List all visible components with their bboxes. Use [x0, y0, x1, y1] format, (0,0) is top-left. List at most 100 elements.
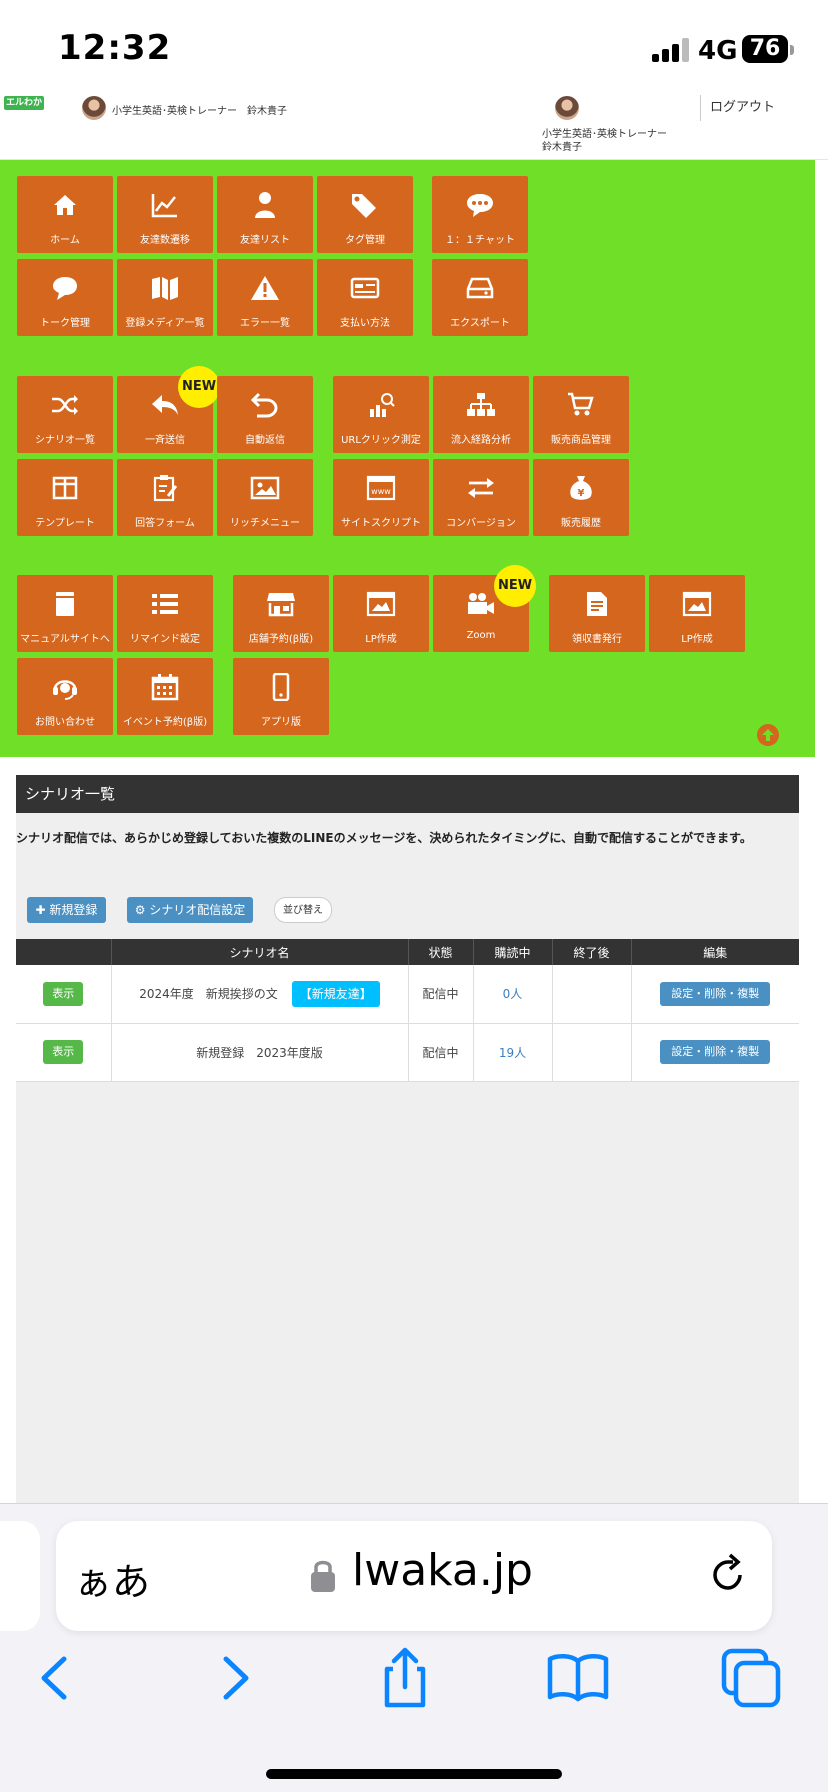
menu-media-list[interactable]: 登録メディア一覧	[117, 259, 213, 336]
menu-error-list[interactable]: エラー一覧	[217, 259, 313, 336]
status-time: 12:32	[58, 28, 172, 68]
menu-lp-create[interactable]: LP作成	[333, 575, 429, 652]
arrow-up-icon	[762, 729, 774, 741]
list-icon	[117, 589, 213, 619]
menu-lp-create-2[interactable]: LP作成	[649, 575, 745, 652]
menu-inflow-analysis[interactable]: 流入経路分析	[433, 376, 529, 453]
scenario-name: 2024年度 新規挨拶の文	[139, 986, 278, 1001]
menu-app-version[interactable]: アプリ版	[233, 658, 329, 735]
landing-page-icon	[333, 589, 429, 619]
user-name-secondary: 小学生英語･英検トレーナー 鈴木貴子	[542, 129, 677, 153]
back-icon[interactable]	[22, 1645, 88, 1711]
warning-icon	[217, 273, 313, 303]
logout-link[interactable]: ログアウト	[700, 95, 820, 121]
user-icon	[217, 190, 313, 220]
menu-contact[interactable]: お問い合わせ	[17, 658, 113, 735]
menu-site-script[interactable]: www サイトスクリプト	[333, 459, 429, 536]
scenario-name: 新規登録 2023年度版	[196, 1045, 323, 1060]
menu-url-click[interactable]: URLクリック測定	[333, 376, 429, 453]
book-icon	[17, 589, 113, 619]
new-friend-badge: 【新規友達】	[291, 980, 380, 1007]
chart-search-icon	[333, 390, 429, 420]
after-end	[552, 1023, 632, 1082]
menu-chat[interactable]: １：１チャット	[432, 176, 528, 253]
edit-button[interactable]: 設定・削除・複製	[660, 1040, 771, 1064]
cart-icon	[533, 390, 629, 420]
section-title: シナリオ一覧	[16, 775, 799, 813]
store-icon	[233, 589, 329, 619]
show-button[interactable]: 表示	[43, 1040, 84, 1064]
comment-icon	[17, 273, 113, 303]
menu-store-reserve[interactable]: 店舗予約(β版)	[233, 575, 329, 652]
app-header: エルわか 小学生英語･英検トレーナー 鈴木貴子 小学生英語･英検トレーナー 鈴木…	[0, 90, 828, 160]
menu-event-reserve[interactable]: イベント予約(β版)	[117, 658, 213, 735]
scenario-content: シナリオ一覧 シナリオ配信では、あらかじめ登録しておいた複数のLINEのメッセー…	[16, 775, 799, 1505]
after-end	[552, 965, 632, 1024]
reload-icon[interactable]	[706, 1553, 750, 1597]
menu-manual-site[interactable]: マニュアルサイトへ	[17, 575, 113, 652]
lock-icon	[311, 1560, 335, 1592]
menu-tag-manage[interactable]: タグ管理	[317, 176, 413, 253]
mobile-phone-icon	[233, 672, 329, 702]
menu-payment[interactable]: 支払い方法	[317, 259, 413, 336]
menu-auto-reply[interactable]: 自動返信	[217, 376, 313, 453]
scroll-top-button[interactable]	[757, 724, 779, 746]
menu-home[interactable]: ホーム	[17, 176, 113, 253]
bookmarks-icon[interactable]	[545, 1645, 611, 1711]
description: シナリオ配信では、あらかじめ登録しておいた複数のLINEのメッセージを、決められ…	[16, 831, 752, 845]
subscriber-count[interactable]: 0人	[503, 987, 523, 1001]
home-icon	[17, 190, 113, 220]
document-icon	[549, 589, 645, 619]
menu-conversion[interactable]: コンバージョン	[433, 459, 529, 536]
headset-icon	[17, 672, 113, 702]
menu-rich-menu[interactable]: リッチメニュー	[217, 459, 313, 536]
menu-scenario-list[interactable]: シナリオ一覧	[17, 376, 113, 453]
menu-receipt[interactable]: 領収書発行	[549, 575, 645, 652]
money-bag-icon: ¥	[533, 473, 629, 503]
map-book-icon	[117, 273, 213, 303]
address-bar[interactable]: ぁあ lwaka.jp	[56, 1521, 772, 1631]
chat-bubble-icon	[432, 190, 528, 220]
menu-remind[interactable]: リマインド設定	[117, 575, 213, 652]
avatar[interactable]	[555, 96, 579, 120]
scenario-setting-button[interactable]: ⚙ シナリオ配信設定	[127, 897, 253, 923]
menu-talk-manage[interactable]: トーク管理	[17, 259, 113, 336]
scenario-status: 配信中	[408, 965, 474, 1024]
menu-template[interactable]: テンプレート	[17, 459, 113, 536]
sort-button[interactable]: 並び替え	[274, 897, 332, 923]
exchange-icon	[433, 473, 529, 503]
landing-page-icon	[649, 589, 745, 619]
new-register-button[interactable]: ✚ 新規登録	[27, 897, 106, 923]
menu-friend-trend[interactable]: 友達数遷移	[117, 176, 213, 253]
menu-export[interactable]: エクスポート	[432, 259, 528, 336]
menu-answer-form[interactable]: 回答フォーム	[117, 459, 213, 536]
forward-icon[interactable]	[202, 1645, 268, 1711]
gear-icon: ⚙	[134, 903, 150, 917]
battery-cap	[790, 45, 794, 55]
menu-panel: ホーム 友達数遷移 友達リスト タグ管理 １：１チャット トーク管理 登録メディ…	[0, 160, 815, 757]
show-button[interactable]: 表示	[43, 981, 84, 1006]
reader-settings-button[interactable]: ぁあ	[74, 1551, 150, 1606]
share-icon[interactable]	[372, 1645, 438, 1711]
scenario-table: シナリオ名 状態 購読中 終了後 編集 表示 2024年度 新規挨拶の文 【新規友…	[16, 939, 799, 1082]
tabs-icon[interactable]	[718, 1645, 784, 1711]
new-badge: NEW	[178, 366, 220, 408]
subscriber-count[interactable]: 19人	[499, 1046, 526, 1060]
image-icon	[217, 473, 313, 503]
new-badge: NEW	[494, 565, 536, 607]
svg-text:¥: ¥	[578, 488, 585, 499]
table-row: 表示 新規登録 2023年度版 配信中 19人 設定・削除・複製	[16, 1023, 799, 1082]
menu-sales-items[interactable]: 販売商品管理	[533, 376, 629, 453]
browser-toolbar: ぁあ lwaka.jp	[0, 1503, 828, 1792]
menu-friend-list[interactable]: 友達リスト	[217, 176, 313, 253]
edit-button[interactable]: 設定・削除・複製	[660, 981, 771, 1006]
status-bar: 12:32 4G 76	[0, 0, 828, 90]
columns-icon	[17, 473, 113, 503]
shuffle-icon	[17, 390, 113, 420]
avatar	[82, 96, 106, 120]
tags-icon	[317, 190, 413, 220]
menu-sales-history[interactable]: ¥ 販売履歴	[533, 459, 629, 536]
battery-icon: 76	[742, 35, 788, 63]
previous-tab-preview[interactable]	[0, 1521, 40, 1631]
logo[interactable]: エルわか	[4, 96, 44, 110]
